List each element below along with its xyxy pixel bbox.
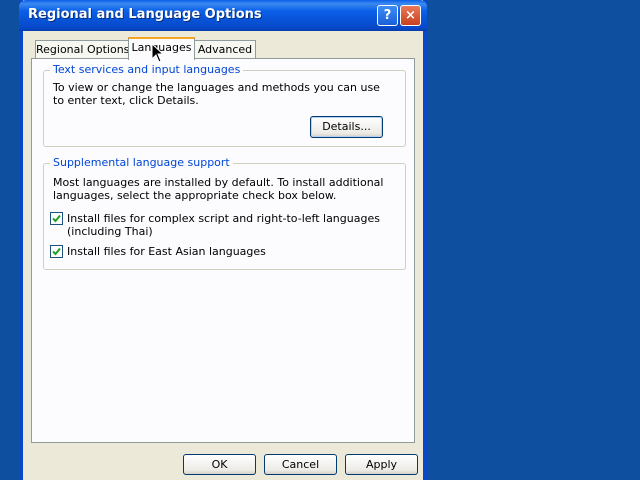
text-services-title: Text services and input languages	[50, 63, 244, 76]
close-icon: ×	[405, 8, 416, 23]
help-button[interactable]: ?	[377, 5, 398, 26]
dialog-window: Regional and Language Options ? × Region…	[19, 0, 427, 480]
cancel-button[interactable]: Cancel	[264, 454, 337, 475]
apply-button[interactable]: Apply	[345, 454, 418, 475]
mouse-cursor-icon	[152, 44, 164, 63]
title-bar[interactable]: Regional and Language Options ? ×	[19, 0, 427, 31]
text-services-group: Text services and input languages To vie…	[43, 63, 406, 147]
supplemental-group: Supplemental language support Most langu…	[43, 156, 406, 270]
east-asian-checkbox[interactable]	[50, 245, 63, 258]
window-title: Regional and Language Options	[28, 7, 262, 22]
supplemental-title: Supplemental language support	[50, 156, 233, 169]
help-icon: ?	[383, 8, 392, 23]
text-services-description: To view or change the languages and meth…	[53, 81, 380, 107]
ok-button[interactable]: OK	[183, 454, 256, 475]
checkmark-icon	[52, 214, 61, 223]
checkmark-icon	[52, 247, 61, 256]
complex-script-label: Install files for complex script and rig…	[67, 212, 380, 238]
supplemental-description: Most languages are installed by default.…	[53, 176, 384, 202]
east-asian-label: Install files for East Asian languages	[67, 245, 266, 258]
tab-regional-options[interactable]: Regional Options	[35, 40, 129, 59]
close-button[interactable]: ×	[400, 5, 421, 26]
complex-script-checkbox[interactable]	[50, 212, 63, 225]
details-button[interactable]: Details...	[310, 116, 383, 138]
tab-panel: Text services and input languages To vie…	[31, 58, 415, 443]
tab-advanced[interactable]: Advanced	[194, 40, 256, 59]
